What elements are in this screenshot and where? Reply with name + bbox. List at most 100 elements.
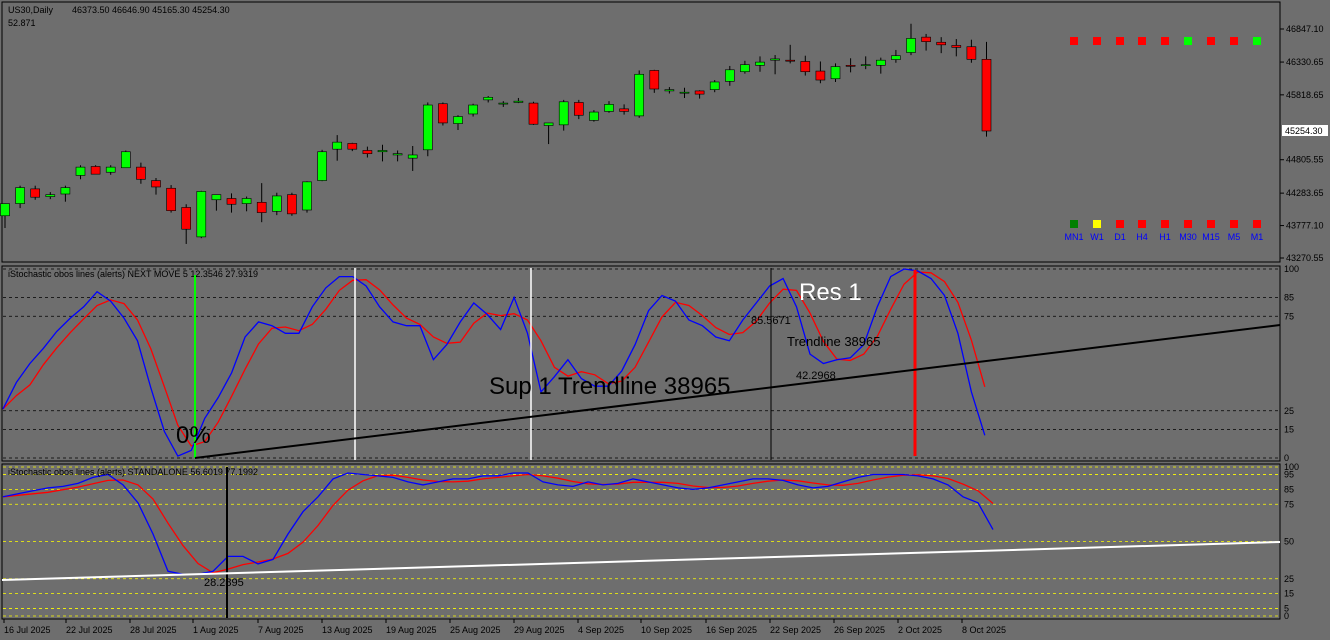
candle-body [543,122,554,126]
date-tick-label: 25 Aug 2025 [450,625,501,635]
candle-body [800,61,811,73]
candle-body [438,103,448,124]
candle-body [528,102,539,125]
candle-body [347,143,358,150]
candle-body [921,36,931,42]
trading-chart[interactable]: US30,Daily 46373.50 46646.90 45165.30 45… [0,0,1330,640]
candle-body [906,38,916,53]
candle-body [740,64,750,73]
price-tick-label: 46847.10 [1286,24,1324,34]
candle-body [362,150,373,154]
candle-body [45,194,56,197]
candle-body [332,141,343,150]
osc2-k-line [2,472,994,575]
tf-top-square [1253,37,1261,45]
osc1-axis: 100857525150 [1284,264,1299,463]
osc1-level-label: 75 [1284,311,1294,321]
candle-body [558,101,569,126]
tf-label: M1 [1251,232,1264,242]
price-tick-label: 44805.55 [1286,155,1324,165]
osc2-low-value: 28.2895 [204,577,244,589]
candle-body [604,104,614,112]
date-tick-label: 22 Jul 2025 [66,625,113,635]
price-tick-label: 44283.65 [1286,188,1324,198]
sup1-label: Sup 1 Trendline 38965 [489,373,731,400]
date-tick-label: 16 Sep 2025 [706,625,757,635]
candle-body [664,89,675,92]
candle-body [136,166,146,180]
zero-percent-label: 0% [176,422,211,449]
candle-body [951,45,962,48]
date-tick-label: 22 Sep 2025 [770,625,821,635]
candle-body [422,104,433,151]
candle-body [679,91,690,94]
date-tick-label: 8 Oct 2025 [962,625,1006,635]
tf-bottom-square [1093,220,1101,228]
tf-bottom-square [1138,220,1146,228]
candle-body [634,73,645,117]
date-tick-label: 26 Sep 2025 [834,625,885,635]
date-tick-label: 16 Jul 2025 [4,625,51,635]
candle-body [0,203,10,217]
current-price-label: 45254.30 [1285,126,1323,136]
candle-body [724,69,735,82]
candle-body [483,97,494,101]
tf-top-square [1161,37,1169,45]
candle-body [287,194,297,215]
candle-body [981,59,992,132]
osc2-title: iStochastic obos lines (alerts) STANDALO… [8,467,258,477]
tf-top-square [1230,37,1238,45]
date-tick-label: 29 Aug 2025 [514,625,565,635]
candle-body [589,111,599,121]
osc1-level-label: 85 [1284,292,1294,302]
price-axis: 46847.10 46330.65 45818.65 44805.55 44283.65… [1280,24,1324,263]
candle-body [453,116,463,124]
candle-body [302,181,312,211]
price-pane-frame [1,1,1281,263]
symbol-label: US30,Daily [8,5,54,15]
osc2-lines [2,466,1279,617]
subvalue-label: 52.871 [8,18,36,28]
candle-body [845,65,856,67]
tf-label: MN1 [1064,232,1083,242]
candle-body [770,58,780,61]
candle-body [619,108,629,112]
osc2-level-label: 15 [1284,589,1294,599]
candle-body [15,187,25,204]
tf-label: M30 [1179,232,1197,242]
tf-top-square [1207,37,1215,45]
tf-top-square [1138,37,1146,45]
date-tick-label: 2 Oct 2025 [898,625,942,635]
candle-body [317,151,327,181]
osc1-level-label: 100 [1284,264,1299,274]
osc1-title: iStochastic obos lines (alerts) NEXT MOV… [8,269,258,279]
timeframe-panel: MN1 W1 D1 H4 H1 M30 M15 M5 M1 [1064,37,1263,242]
date-tick-label: 19 Aug 2025 [386,625,437,635]
candle-body [891,55,901,60]
tf-bottom-square [1116,220,1124,228]
candle-body [498,102,509,105]
osc2-level-label: 50 [1284,537,1294,547]
ohlc-label: 46373.50 46646.90 45165.30 45254.30 [72,5,230,15]
candle-body [966,46,977,60]
price-tick-label: 45818.65 [1286,90,1324,100]
osc1-sup-trendline [194,324,1281,459]
candle-body [211,194,222,201]
tf-bottom-square [1207,220,1215,228]
tf-top-square [1093,37,1101,45]
osc1-level-label: 25 [1284,406,1294,416]
osc1-level-label: 15 [1284,425,1294,435]
candle-body [513,100,524,103]
candle-body [785,59,796,62]
candle-body [407,154,418,159]
candle-body [121,151,131,169]
tf-label: D1 [1114,232,1126,242]
candle-body [256,202,267,213]
price-tick-label: 43270.55 [1286,253,1324,263]
date-tick-label: 10 Sep 2025 [641,625,692,635]
candle-body [271,195,282,212]
candle-body [860,64,871,66]
candle-body [709,81,720,90]
osc2-white-trendline [1,541,1281,581]
candle-body [90,166,101,175]
